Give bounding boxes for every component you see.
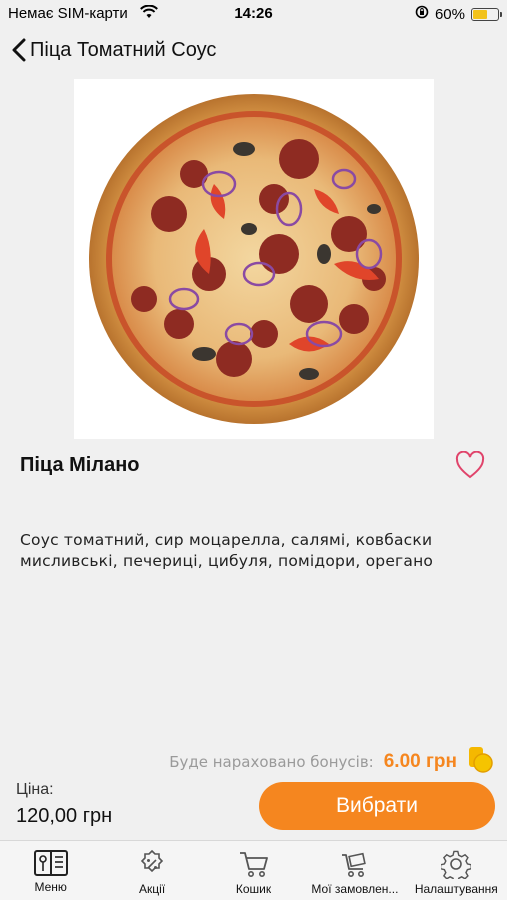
tab-label: Меню bbox=[34, 880, 67, 894]
battery-percent: 60% bbox=[434, 5, 465, 23]
tab-label: Кошик bbox=[235, 882, 272, 896]
battery-icon bbox=[471, 7, 502, 21]
favorite-heart-icon[interactable] bbox=[455, 450, 485, 484]
orientation-lock-icon bbox=[415, 5, 429, 23]
tab-label: Акції bbox=[139, 882, 166, 896]
back-button-label: Піца Томатний Соус bbox=[30, 38, 217, 61]
price-value: 120,00 грн bbox=[16, 805, 113, 827]
tab-promotions[interactable]: Акції bbox=[101, 841, 202, 900]
back-button[interactable]: Піца Томатний Соус bbox=[12, 38, 216, 62]
product-title: Піца Мілано bbox=[20, 454, 140, 476]
tab-bar: Меню Акції Кошик Мої замовлен... Налашту… bbox=[0, 840, 507, 900]
price-label: Ціна: bbox=[16, 781, 54, 798]
discount-badge-icon bbox=[140, 849, 164, 873]
nav-bar: Піца Томатний Соус bbox=[0, 36, 507, 70]
product-description: Соус томатний, сир моцарелла, салямі, ко… bbox=[20, 531, 434, 570]
tab-label: Мої замовлен... bbox=[311, 882, 399, 896]
bonus-label: Буде нараховано бонусів: bbox=[169, 752, 374, 771]
price-block: Ціна: 120,00 грн bbox=[16, 781, 112, 828]
product-image bbox=[74, 79, 434, 439]
order-cart-icon bbox=[341, 852, 366, 877]
status-bar: Немає SIM-карти 14:26 60% bbox=[0, 0, 507, 28]
chevron-left-icon bbox=[12, 38, 26, 62]
tab-cart[interactable]: Кошик bbox=[203, 841, 304, 900]
tab-label: Налаштування bbox=[414, 882, 498, 896]
tab-my-orders[interactable]: Мої замовлен... bbox=[304, 841, 405, 900]
gear-icon bbox=[441, 850, 472, 879]
tab-settings[interactable]: Налаштування bbox=[406, 841, 507, 900]
menu-book-icon bbox=[33, 850, 68, 876]
choose-button[interactable]: Вибрати bbox=[259, 782, 495, 830]
coins-icon bbox=[467, 745, 493, 778]
tab-menu[interactable]: Меню bbox=[0, 841, 101, 900]
bonus-row: Буде нараховано бонусів: 6.00 грн bbox=[169, 745, 493, 778]
cart-icon bbox=[239, 852, 268, 877]
bonus-value: 6.00 грн bbox=[383, 750, 457, 772]
pizza-illustration bbox=[89, 94, 419, 424]
